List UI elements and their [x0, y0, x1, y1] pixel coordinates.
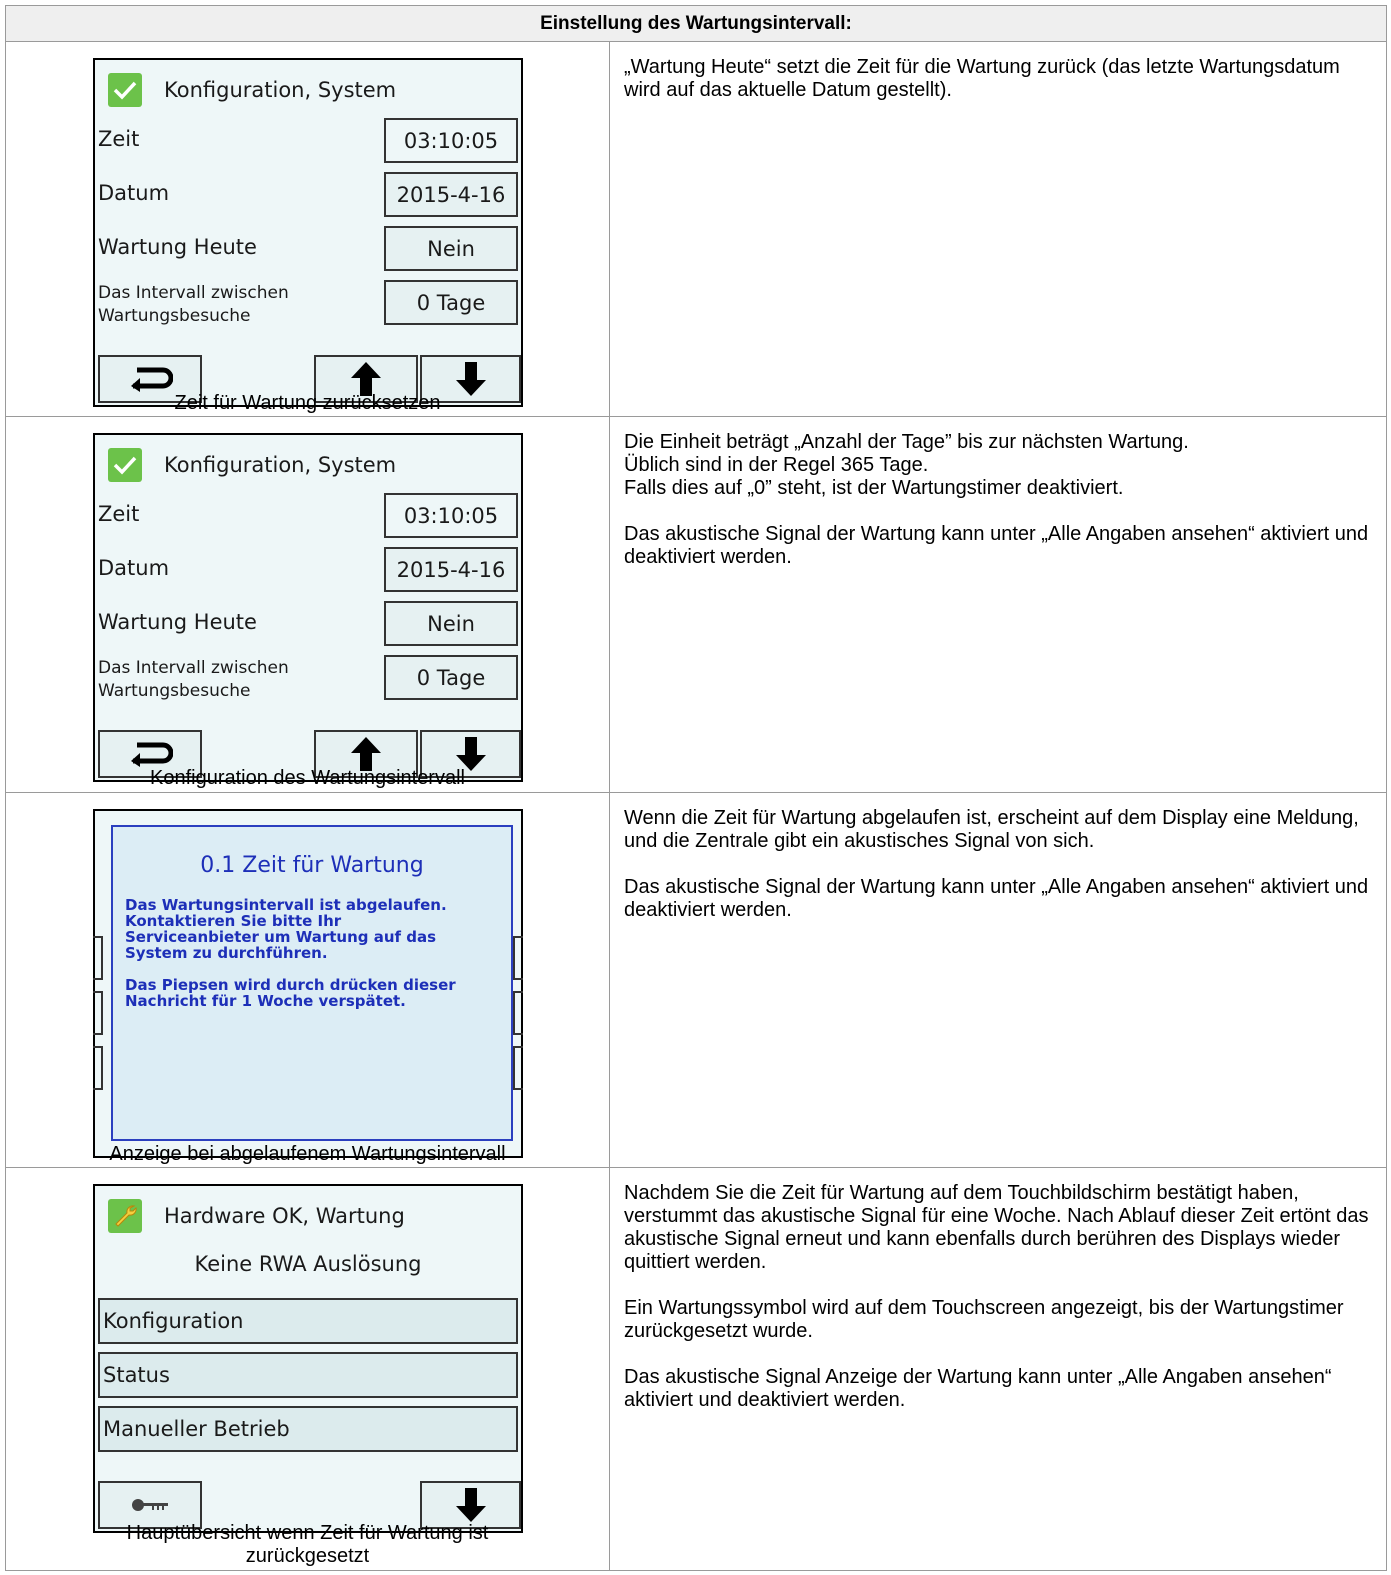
label-line: Das Intervall zwischen [98, 283, 289, 303]
screen-title-line: Konfiguration, System [108, 72, 396, 108]
wartung-heute-field[interactable]: Nein [384, 226, 518, 271]
figure-caption: Konfiguration des Wartungsintervall [150, 767, 465, 789]
background-button-edge [513, 991, 523, 1035]
wrench-icon [108, 1199, 142, 1233]
description: Die Einheit beträgt „Anzahl der Tage” bi… [624, 431, 1374, 592]
background-button-edge [93, 936, 103, 980]
figure-caption: Zeit für Wartung zurücksetzen [174, 392, 441, 414]
popup-message: Das Wartungsintervall ist abgelaufen. Ko… [125, 896, 456, 1010]
field-label-wartung-heute: Wartung Heute [98, 610, 257, 634]
background-button-edge [93, 1046, 103, 1090]
screen-title-line: Hardware OK, Wartung [108, 1198, 405, 1234]
menu-button-manueller-betrieb[interactable]: Manueller Betrieb [98, 1406, 518, 1452]
device-screen: Konfiguration, System Zeit 03:10:05 Datu… [93, 433, 523, 782]
field-label-zeit: Zeit [98, 127, 140, 151]
zeit-field[interactable]: 03:10:05 [384, 493, 518, 538]
device-screen: 0.1 Zeit für Wartung Das Wartungsinterva… [93, 809, 523, 1158]
arrow-down-icon [455, 737, 486, 771]
table-row: Hardware OK, Wartung Keine RWA Auslösung… [6, 1168, 1386, 1570]
arrow-down-icon [455, 362, 486, 396]
device-screen: Konfiguration, System Zeit 03:10:05 Datu… [93, 58, 523, 407]
description: Nachdem Sie die Zeit für Wartung auf dem… [624, 1182, 1374, 1435]
check-icon [108, 448, 142, 482]
table-row: 0.1 Zeit für Wartung Das Wartungsinterva… [6, 793, 1386, 1168]
return-arrow-icon [131, 742, 173, 767]
maintenance-message-popup[interactable]: 0.1 Zeit für Wartung Das Wartungsinterva… [111, 825, 513, 1141]
screen-title: Konfiguration, System [164, 78, 397, 102]
field-label-datum: Datum [98, 181, 170, 205]
intervall-field[interactable]: 0 Tage [384, 280, 518, 325]
description-paragraph: Wenn die Zeit für Wartung abgelaufen ist… [624, 807, 1359, 852]
description-paragraph: Nachdem Sie die Zeit für Wartung auf dem… [624, 1182, 1369, 1273]
screen-title: Hardware OK, Wartung [164, 1204, 405, 1228]
table-heading: Einstellung des Wartungsintervall: [6, 6, 1386, 42]
field-label-intervall: Das Intervall zwischen Wartungsbesuche [98, 657, 289, 703]
screen-title: Konfiguration, System [164, 453, 397, 477]
menu-button-konfiguration[interactable]: Konfiguration [98, 1298, 518, 1344]
caption-line: Hauptübersicht wenn Zeit für Wartung ist [126, 1522, 489, 1544]
description-paragraph: Das akustische Signal der Wartung kann u… [624, 876, 1369, 921]
background-button-edge [513, 1046, 523, 1090]
zeit-field[interactable]: 03:10:05 [384, 118, 518, 163]
wartung-heute-field[interactable]: Nein [384, 601, 518, 646]
description-paragraph: Das akustische Signal Anzeige der Wartun… [624, 1366, 1332, 1411]
description-paragraph: Ein Wartungssymbol wird auf dem Touchscr… [624, 1297, 1344, 1342]
field-label-intervall: Das Intervall zwischen Wartungsbesuche [98, 282, 289, 328]
key-icon [132, 1499, 168, 1511]
datum-field[interactable]: 2015-4-16 [384, 172, 518, 217]
menu-button-status[interactable]: Status [98, 1352, 518, 1398]
label-line: Das Intervall zwischen [98, 658, 289, 678]
intervall-field[interactable]: 0 Tage [384, 655, 518, 700]
field-label-datum: Datum [98, 556, 170, 580]
background-button-edge [513, 936, 523, 980]
popup-title: 0.1 Zeit für Wartung [200, 853, 424, 878]
figure-caption: Anzeige bei abgelaufenem Wartungsinterva… [109, 1143, 506, 1165]
caption-line: zurückgesetzt [245, 1545, 370, 1567]
field-label-wartung-heute: Wartung Heute [98, 235, 257, 259]
document-table: Einstellung des Wartungsintervall: Konfi… [5, 5, 1387, 1571]
description-paragraph: Das akustische Signal der Wartung kann u… [624, 523, 1369, 568]
field-label-zeit: Zeit [98, 502, 140, 526]
device-screen: Hardware OK, Wartung Keine RWA Auslösung… [93, 1184, 523, 1533]
screen-subtitle: Keine RWA Auslösung [194, 1252, 422, 1276]
arrow-down-icon [455, 1488, 486, 1522]
description-paragraph: Die Einheit beträgt „Anzahl der Tage” bi… [624, 431, 1189, 499]
table-row: Konfiguration, System Zeit 03:10:05 Datu… [6, 417, 1386, 793]
arrow-up-icon [351, 362, 381, 396]
label-line: Wartungsbesuche [98, 681, 251, 701]
table-row: Konfiguration, System Zeit 03:10:05 Datu… [6, 42, 1386, 417]
figure-caption: Hauptübersicht wenn Zeit für Wartung ist… [6, 1522, 609, 1568]
description-paragraph: „Wartung Heute“ setzt die Zeit für die W… [624, 56, 1340, 101]
screen-title-line: Konfiguration, System [108, 447, 396, 483]
description: Wenn die Zeit für Wartung abgelaufen ist… [624, 807, 1374, 945]
label-line: Wartungsbesuche [98, 306, 251, 326]
description: „Wartung Heute“ setzt die Zeit für die W… [624, 56, 1374, 125]
datum-field[interactable]: 2015-4-16 [384, 547, 518, 592]
background-button-edge [93, 991, 103, 1035]
arrow-up-icon [351, 737, 381, 771]
check-icon [108, 73, 142, 107]
return-arrow-icon [131, 367, 173, 392]
